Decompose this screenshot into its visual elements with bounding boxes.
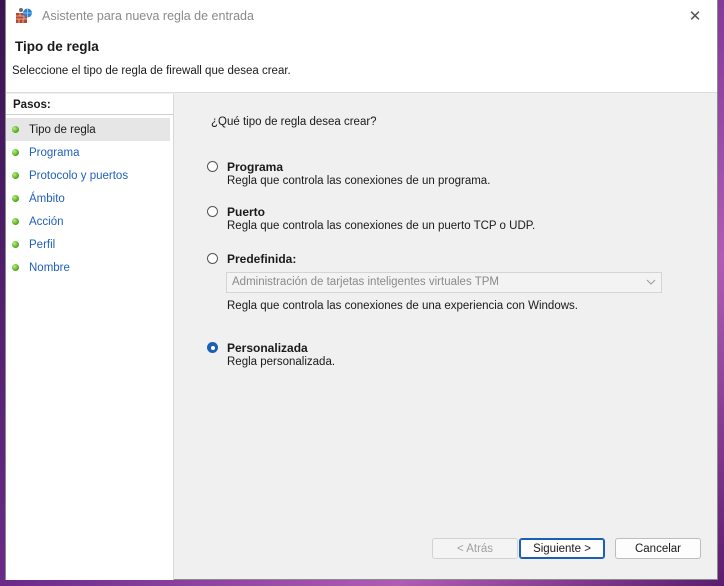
option-description: Regla que controla las conexiones de un … (227, 220, 536, 232)
step-dot-icon (12, 218, 19, 225)
next-button[interactable]: Siguiente > (519, 538, 605, 559)
step-label: Tipo de regla (29, 123, 96, 136)
steps-list: Tipo de regla Programa Protocolo y puert… (6, 118, 170, 279)
steps-sidebar: Pasos: Tipo de regla Programa Protocolo … (6, 94, 173, 580)
window-title: Asistente para nueva regla de entrada (42, 8, 254, 23)
step-dot-icon (12, 195, 19, 202)
radio-puerto[interactable] (207, 206, 218, 217)
radio-predefinida[interactable] (207, 253, 218, 264)
step-dot-icon (12, 172, 19, 179)
option-label[interactable]: Predefinida: (227, 252, 296, 266)
option-description: Regla personalizada. (227, 356, 336, 368)
radio-personalizada[interactable] (207, 342, 218, 353)
step-tipo-de-regla[interactable]: Tipo de regla (6, 118, 170, 141)
step-perfil[interactable]: Perfil (6, 233, 170, 256)
step-ambito[interactable]: Ámbito (6, 187, 170, 210)
step-label: Nombre (29, 261, 70, 274)
step-dot-icon (12, 241, 19, 248)
rule-type-question: ¿Qué tipo de regla desea crear? (211, 116, 377, 128)
main-panel: ¿Qué tipo de regla desea crear? Programa… (174, 94, 719, 580)
step-programa[interactable]: Programa (6, 141, 170, 164)
step-dot-icon (12, 126, 19, 133)
back-button[interactable]: < Atrás (432, 538, 518, 559)
step-dot-icon (12, 149, 19, 156)
steps-title: Pasos: (13, 99, 51, 111)
steps-divider (6, 114, 173, 115)
radio-programa[interactable] (207, 161, 218, 172)
step-label: Perfil (29, 238, 56, 251)
step-nombre[interactable]: Nombre (6, 256, 170, 279)
predefined-rule-select[interactable]: Administración de tarjetas inteligentes … (226, 272, 662, 293)
page-title: Tipo de regla (15, 39, 99, 54)
option-label[interactable]: Puerto (227, 205, 265, 219)
predefined-description: Regla que controla las conexiones de una… (227, 300, 578, 312)
firewall-app-icon (15, 7, 33, 25)
option-label[interactable]: Personalizada (227, 341, 308, 355)
chevron-down-icon (645, 275, 657, 289)
option-description: Regla que controla las conexiones de un … (227, 175, 491, 187)
step-label: Protocolo y puertos (29, 169, 129, 182)
step-label: Programa (29, 146, 80, 159)
step-dot-icon (12, 264, 19, 271)
page-header: Tipo de regla Seleccione el tipo de regl… (6, 31, 717, 93)
step-label: Acción (29, 215, 64, 228)
close-icon: ✕ (688, 7, 702, 25)
close-button[interactable]: ✕ (673, 0, 717, 31)
wizard-window: Asistente para nueva regla de entrada ✕ … (5, 0, 718, 580)
option-label[interactable]: Programa (227, 160, 283, 174)
cancel-button[interactable]: Cancelar (615, 538, 701, 559)
step-accion[interactable]: Acción (6, 210, 170, 233)
step-protocolo-y-puertos[interactable]: Protocolo y puertos (6, 164, 170, 187)
title-bar: Asistente para nueva regla de entrada ✕ (6, 0, 717, 31)
select-value: Administración de tarjetas inteligentes … (232, 276, 499, 288)
page-subtitle: Seleccione el tipo de regla de firewall … (12, 65, 291, 77)
step-label: Ámbito (29, 192, 65, 205)
